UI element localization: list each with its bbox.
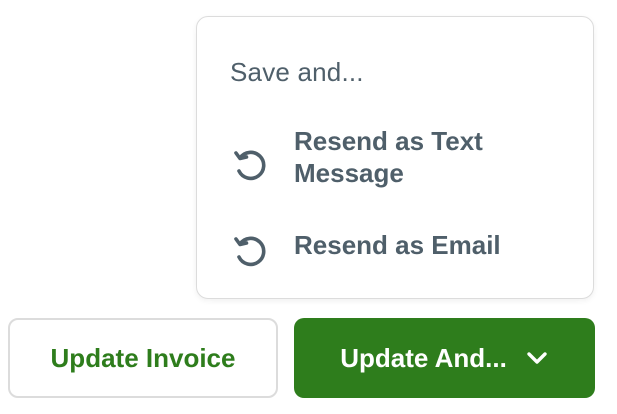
- resend-text-message-label: Resend as Text Message: [294, 126, 483, 188]
- resend-text-message-item[interactable]: Resend as Text Message: [230, 125, 554, 189]
- resend-icon: [230, 143, 274, 187]
- resend-email-item[interactable]: Resend as Email: [230, 229, 554, 273]
- resend-email-label: Resend as Email: [294, 230, 501, 260]
- menu-header: Save and...: [230, 57, 364, 87]
- update-invoice-button[interactable]: Update Invoice: [8, 318, 278, 398]
- update-and-button[interactable]: Update And...: [294, 318, 595, 398]
- invoice-actions: Save and... Resend as Text Message Resen…: [0, 0, 617, 414]
- resend-icon: [230, 229, 274, 273]
- update-and-label: Update And...: [340, 342, 507, 373]
- save-and-dropdown-menu: Save and... Resend as Text Message Resen…: [196, 16, 594, 299]
- chevron-down-icon: [525, 346, 549, 370]
